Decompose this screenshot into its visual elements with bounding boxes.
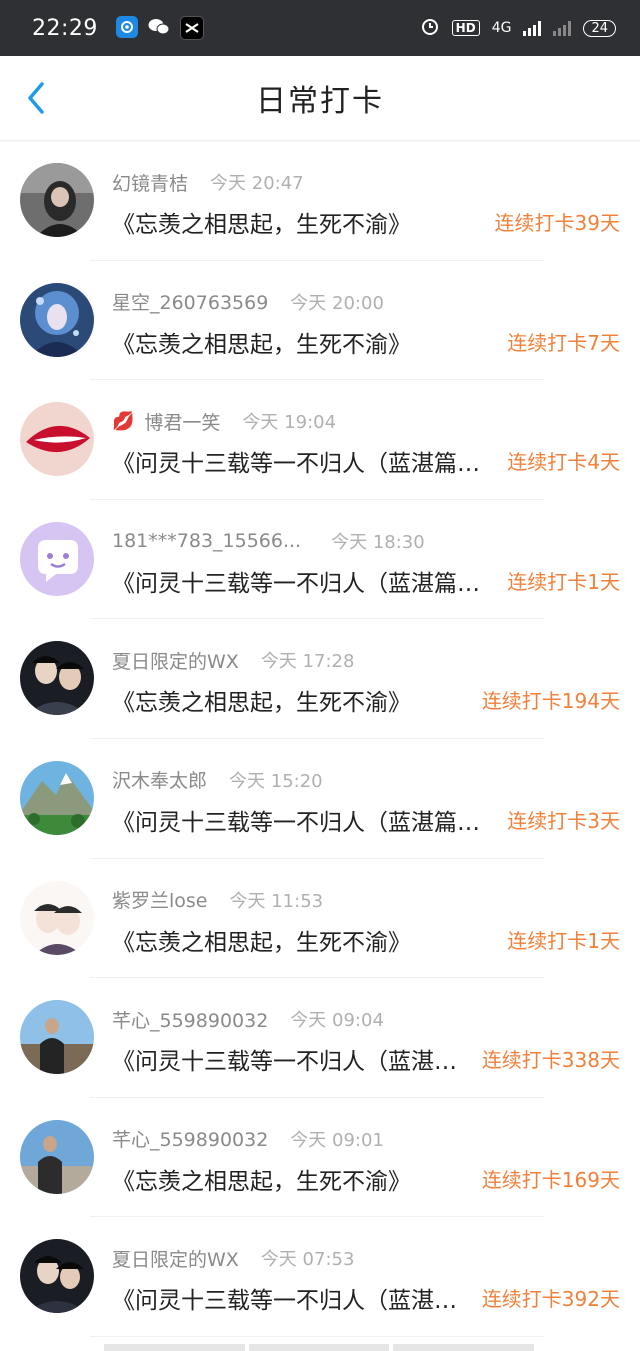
user-meta: 夏日限定的WX 今天 17:28 <box>112 647 354 673</box>
browser-app-icon <box>115 16 138 38</box>
list-item[interactable]: 芊心_559890032 今天 09:04 《问灵十三载等一不归人（蓝湛… 连续… <box>0 978 640 1098</box>
avatar[interactable] <box>20 521 94 596</box>
streak-label: 连续打卡194天 <box>481 689 620 714</box>
streak-label: 连续打卡1天 <box>507 569 620 594</box>
page-header: 日常打卡 <box>0 56 640 141</box>
avatar[interactable] <box>20 760 94 835</box>
user-meta: 星空_260763569 今天 20:00 <box>112 289 384 315</box>
book-title[interactable]: 《问灵十三载等一不归人（蓝湛篇… <box>112 564 480 598</box>
bottom-tab[interactable] <box>393 1344 535 1351</box>
book-title[interactable]: 《问灵十三载等一不归人（蓝湛… <box>112 1042 460 1076</box>
page-title: 日常打卡 <box>256 84 384 119</box>
user-name[interactable]: 幻镜青桔 <box>112 169 188 196</box>
avatar[interactable] <box>20 641 94 716</box>
list-item[interactable]: 星空_260763569 今天 20:00 《忘羡之相思起，生死不渝》 连续打卡… <box>0 261 640 381</box>
checkin-time: 今天 11:53 <box>229 890 324 912</box>
avatar[interactable] <box>20 402 94 477</box>
status-bar: 22:29 HD 4G 24 <box>0 0 640 56</box>
list-item[interactable]: 💋 博君一笑 今天 19:04 《问灵十三载等一不归人（蓝湛篇… 连续打卡4天 <box>0 380 640 500</box>
user-name[interactable]: 181***783_15566... <box>112 530 301 552</box>
status-app-icons <box>115 16 204 40</box>
book-title[interactable]: 《问灵十三载等一不归人（蓝湛篇… <box>112 444 480 478</box>
streak-label: 连续打卡4天 <box>507 450 620 475</box>
user-meta: 芊心_559890032 今天 09:01 <box>112 1126 384 1152</box>
list-item[interactable]: 181***783_15566... 今天 18:30 《问灵十三载等一不归人（… <box>0 500 640 620</box>
user-name[interactable]: 星空_260763569 <box>112 288 268 315</box>
user-name[interactable]: 博君一笑 <box>144 408 220 435</box>
checkin-time: 今天 18:30 <box>331 531 425 553</box>
checkin-time: 今天 09:01 <box>290 1129 384 1151</box>
user-meta: 芊心_559890032 今天 09:04 <box>112 1006 384 1032</box>
user-name[interactable]: 紫罗兰lose <box>112 886 208 913</box>
lips-badge-icon: 💋 <box>112 410 135 432</box>
user-meta: 181***783_15566... 今天 18:30 <box>112 528 425 554</box>
checkin-list: 幻镜青桔 今天 20:47 《忘羡之相思起，生死不渝》 连续打卡39天 星空_2… <box>0 141 640 1337</box>
streak-label: 连续打卡7天 <box>507 330 620 355</box>
bottom-tab-strip <box>104 1344 535 1351</box>
user-name[interactable]: 夏日限定的WX <box>112 647 239 674</box>
user-meta: 💋 博君一笑 今天 19:04 <box>112 408 336 434</box>
list-item[interactable]: 芊心_559890032 今天 09:01 《忘羡之相思起，生死不渝》 连续打卡… <box>0 1098 640 1218</box>
wechat-app-icon <box>148 16 170 38</box>
checkin-time: 今天 20:47 <box>210 173 304 194</box>
streak-label: 连续打卡392天 <box>481 1287 620 1312</box>
book-title[interactable]: 《忘羡之相思起，生死不渝》 <box>112 683 480 717</box>
book-title[interactable]: 《忘羡之相思起，生死不渝》 <box>112 205 480 239</box>
avatar[interactable] <box>20 880 94 955</box>
streak-label: 连续打卡1天 <box>507 928 620 953</box>
user-meta: 夏日限定的WX 今天 07:53 <box>112 1245 354 1271</box>
network-label: 4G <box>491 20 512 36</box>
checkin-time: 今天 09:04 <box>290 1010 384 1032</box>
checkin-time: 今天 15:20 <box>229 770 323 792</box>
list-item[interactable]: 夏日限定的WX 今天 07:53 《问灵十三载等一不归人（蓝湛… 连续打卡392… <box>0 1217 640 1337</box>
alarm-icon <box>420 16 440 40</box>
checkin-time: 今天 20:00 <box>290 292 384 314</box>
streak-label: 连续打卡39天 <box>494 211 620 235</box>
status-right: HD 4G 24 <box>420 16 616 40</box>
capcut-app-icon <box>179 16 204 40</box>
list-item[interactable]: 沢木奉太郎 今天 15:20 《问灵十三载等一不归人（蓝湛篇… 连续打卡3天 <box>0 739 640 859</box>
book-title[interactable]: 《忘羡之相思起，生死不渝》 <box>112 1162 480 1196</box>
signal-icon <box>523 20 542 36</box>
user-meta: 紫罗兰lose 今天 11:53 <box>112 887 323 913</box>
bottom-tab[interactable] <box>104 1344 245 1351</box>
user-name[interactable]: 芊心_559890032 <box>112 1125 268 1152</box>
checkin-time: 今天 17:28 <box>260 651 355 673</box>
avatar[interactable] <box>20 1119 94 1194</box>
checkin-time: 今天 19:04 <box>242 412 337 434</box>
streak-label: 连续打卡3天 <box>507 808 620 833</box>
user-meta: 沢木奉太郎 今天 15:20 <box>112 767 323 793</box>
user-name[interactable]: 芊心_559890032 <box>112 1006 268 1033</box>
user-name[interactable]: 沢木奉太郎 <box>112 766 207 793</box>
list-item[interactable]: 紫罗兰lose 今天 11:53 《忘羡之相思起，生死不渝》 连续打卡1天 <box>0 859 640 979</box>
bottom-tab[interactable] <box>248 1344 390 1351</box>
list-item[interactable]: 幻镜青桔 今天 20:47 《忘羡之相思起，生死不渝》 连续打卡39天 <box>0 141 640 261</box>
avatar[interactable] <box>20 1000 94 1075</box>
avatar[interactable] <box>20 163 94 237</box>
status-time: 22:29 <box>32 15 98 41</box>
avatar[interactable] <box>20 1239 94 1314</box>
battery-icon: 24 <box>583 19 616 37</box>
streak-label: 连续打卡338天 <box>481 1048 620 1073</box>
avatar[interactable] <box>20 282 94 357</box>
book-title[interactable]: 《忘羡之相思起，生死不渝》 <box>112 325 480 359</box>
user-name[interactable]: 夏日限定的WX <box>112 1245 239 1272</box>
hd-icon: HD <box>451 20 480 36</box>
list-item[interactable]: 夏日限定的WX 今天 17:28 《忘羡之相思起，生死不渝》 连续打卡194天 <box>0 619 640 739</box>
checkin-time: 今天 07:53 <box>260 1249 355 1271</box>
signal-secondary-icon <box>553 20 572 36</box>
book-title[interactable]: 《问灵十三载等一不归人（蓝湛… <box>112 1281 460 1315</box>
book-title[interactable]: 《忘羡之相思起，生死不渝》 <box>112 923 480 957</box>
user-meta: 幻镜青桔 今天 20:47 <box>112 169 304 195</box>
streak-label: 连续打卡169天 <box>481 1167 620 1192</box>
book-title[interactable]: 《问灵十三载等一不归人（蓝湛篇… <box>112 803 480 837</box>
